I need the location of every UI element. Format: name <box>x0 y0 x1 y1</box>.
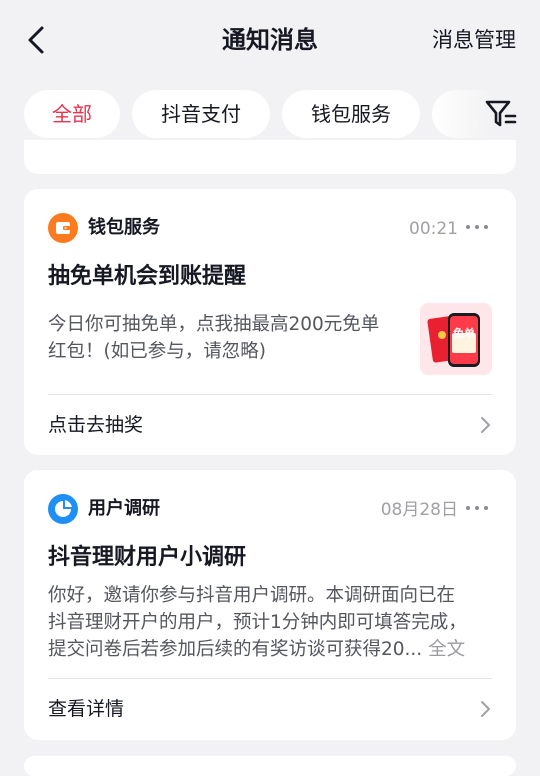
notification-body-line: 你好，邀请你参与抖音用户调研。本调研面向已在 <box>48 585 456 606</box>
chevron-right-icon[interactable] <box>478 699 492 719</box>
back-button[interactable] <box>22 22 54 58</box>
thumbnail-label: 免单 <box>453 326 475 340</box>
action-link[interactable]: 查看详情 <box>48 695 124 723</box>
notification-body-line: 红包！(如已参与，请忽略) <box>48 341 266 362</box>
more-icon <box>466 506 488 510</box>
header: 通知消息 消息管理 <box>0 0 540 80</box>
full-text-link[interactable]: 全文 <box>428 639 465 660</box>
notification-body-line: 抖音理财开户的用户，预计1分钟内即可填答完成， <box>48 612 467 633</box>
tab-all[interactable]: 全部 <box>24 90 120 138</box>
more-options-button[interactable] <box>464 217 490 237</box>
notification-time: 08月28日 <box>380 500 458 520</box>
notification-body-line: 今日你可抽免单，点我抽最高200元免单 <box>48 314 380 335</box>
filter-button[interactable] <box>484 98 518 130</box>
red-envelope-thumbnail: 免单 <box>420 303 492 375</box>
tab-wallet-service[interactable]: 钱包服务 <box>282 90 420 138</box>
notification-title: 抖音理财用户小调研 <box>48 545 247 570</box>
message-management-button[interactable]: 消息管理 <box>432 25 516 55</box>
filter-icon <box>485 100 517 127</box>
notification-card[interactable]: 钱包服务 00:21 抽免单机会到账提醒 今日你可抽免单，点我抽最高200元免单… <box>24 189 516 455</box>
wallet-icon <box>48 213 78 243</box>
chevron-right-icon[interactable] <box>478 415 492 435</box>
more-icon <box>466 225 488 229</box>
notification-time: 00:21 <box>409 219 458 239</box>
tab-douyin-pay[interactable]: 抖音支付 <box>132 90 270 138</box>
more-options-button[interactable] <box>464 498 490 518</box>
notification-body-text: 提交问卷后若参加后续的有奖访谈可获得20... <box>48 639 423 660</box>
pie-chart-icon <box>48 494 78 524</box>
notification-source: 钱包服务 <box>88 217 160 238</box>
divider <box>48 678 492 679</box>
notification-source: 用户调研 <box>88 498 160 519</box>
divider <box>48 394 492 395</box>
previous-notification-card[interactable] <box>24 140 516 174</box>
next-notification-card[interactable] <box>24 756 516 776</box>
notification-card[interactable]: 用户调研 08月28日 抖音理财用户小调研 你好，邀请你参与抖音用户调研。本调研… <box>24 470 516 740</box>
category-tabs: 全部 抖音支付 钱包服务 <box>0 90 540 138</box>
back-arrow-icon <box>28 26 44 54</box>
notification-title: 抽免单机会到账提醒 <box>48 264 247 289</box>
notification-body-line-last: 提交问卷后若参加后续的有奖访谈可获得20... 全文 <box>48 636 465 663</box>
action-link[interactable]: 点击去抽奖 <box>48 411 143 439</box>
